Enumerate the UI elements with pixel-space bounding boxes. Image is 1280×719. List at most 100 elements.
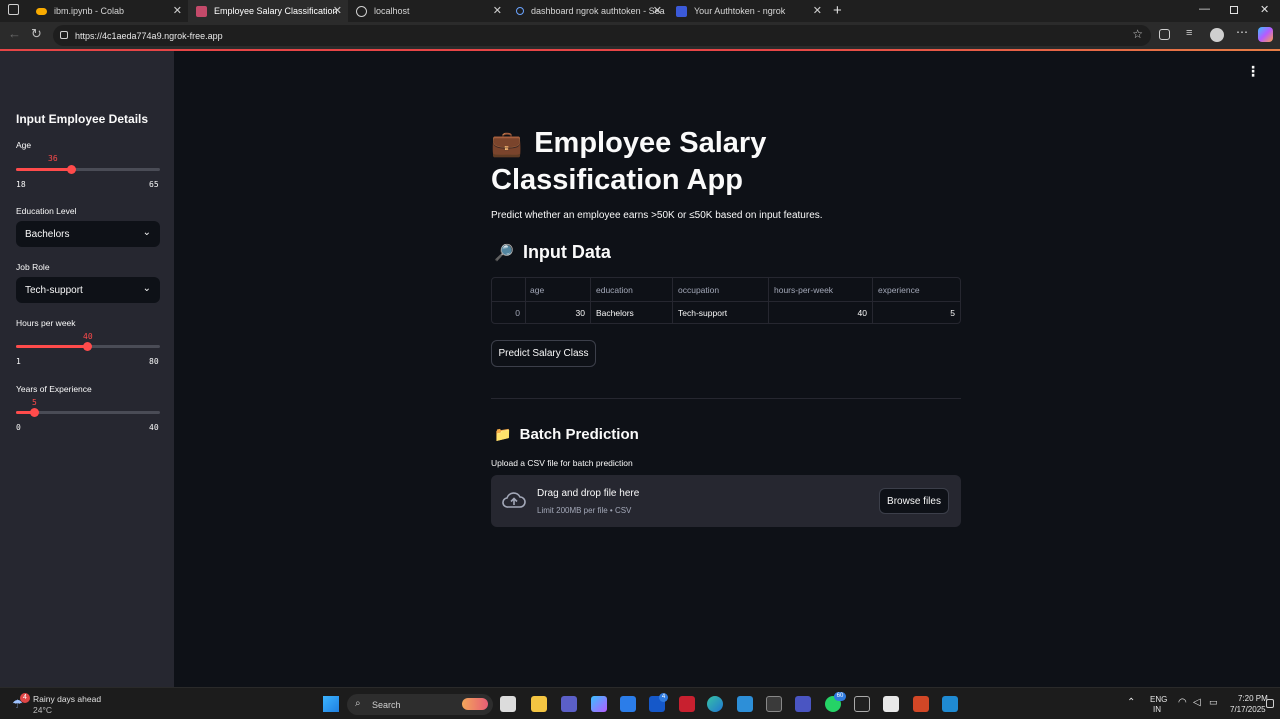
chevron-down-icon: ⌄	[142, 227, 151, 238]
minimize-icon[interactable]: —	[1199, 3, 1210, 15]
teams-icon[interactable]	[561, 696, 577, 712]
profile-avatar[interactable]	[1210, 28, 1224, 42]
tab-actions-icon[interactable]	[8, 4, 19, 15]
close-window-icon[interactable]: ✕	[1260, 3, 1269, 16]
job-role-select[interactable]: Tech-support ⌄	[16, 277, 160, 303]
age-slider-thumb[interactable]	[66, 165, 76, 174]
search-icon: ⌕	[355, 698, 361, 709]
main-menu-icon[interactable]: ⋮	[1246, 63, 1260, 80]
age-slider[interactable]	[16, 165, 160, 174]
page-title-text: Employee Salary Classification App	[491, 127, 767, 196]
vpn-icon[interactable]	[737, 696, 753, 712]
copilot-icon[interactable]	[1258, 27, 1273, 42]
windows-start-icon[interactable]	[323, 696, 339, 712]
url-text: https://4c1aeda774a9.ngrok-free.app	[75, 30, 223, 41]
volume-icon[interactable]: ◁	[1193, 697, 1201, 708]
powerpoint-icon[interactable]	[913, 696, 929, 712]
vscode-icon[interactable]	[942, 696, 958, 712]
tab-localhost[interactable]: localhost ✕	[348, 0, 508, 22]
app-area: Input Employee Details Age 36 18 65 Educ…	[0, 49, 1280, 687]
streamlit-app-icon[interactable]	[883, 696, 899, 712]
refresh-icon[interactable]: ↻	[31, 26, 42, 42]
close-icon[interactable]: ✕	[333, 4, 342, 17]
close-icon[interactable]: ✕	[653, 4, 662, 17]
mcafee-icon[interactable]	[679, 696, 695, 712]
page-description: Predict whether an employee earns >50K o…	[491, 210, 823, 221]
age-slider-value: 36	[48, 154, 58, 163]
age-label: Age	[16, 140, 32, 150]
cell-occupation[interactable]: Tech-support	[678, 301, 727, 324]
battery-icon[interactable]: ▭	[1209, 697, 1218, 708]
column-header-occupation[interactable]: occupation	[678, 278, 719, 301]
cell-education[interactable]: Bachelors	[596, 301, 634, 324]
education-label: Education Level	[16, 206, 77, 216]
hours-slider-fill	[16, 345, 88, 348]
experience-slider-max: 40	[149, 423, 159, 432]
store-icon[interactable]	[620, 696, 636, 712]
notification-icon[interactable]	[1266, 699, 1274, 708]
hours-slider-thumb[interactable]	[82, 342, 92, 351]
batch-prediction-heading: 📁 Batch Prediction	[494, 426, 639, 443]
column-divider	[590, 278, 591, 323]
experience-label: Years of Experience	[16, 384, 92, 394]
upload-label: Upload a CSV file for batch prediction	[491, 458, 633, 468]
browse-files-button[interactable]: Browse files	[879, 488, 949, 514]
maximize-icon[interactable]	[1230, 6, 1238, 14]
tab-search-ngrok[interactable]: dashboard ngrok authtoken - Sea ✕	[508, 0, 668, 22]
streamlit-icon	[196, 5, 207, 17]
lock-icon	[60, 31, 68, 39]
hours-slider[interactable]	[16, 342, 160, 351]
page-title: 💼 Employee Salary Classification App	[491, 125, 961, 198]
tray-chevron-up-icon[interactable]: ⌃	[1127, 697, 1135, 708]
back-icon[interactable]: ←	[8, 26, 21, 41]
tab-employee-salary[interactable]: Employee Salary Classification ✕	[188, 0, 348, 22]
file-dropzone[interactable]: Drag and drop file here Limit 200MB per …	[491, 475, 961, 527]
close-icon[interactable]: ✕	[813, 4, 822, 17]
weather-temp: 24°C	[33, 705, 52, 715]
cell-hours[interactable]: 40	[769, 301, 867, 324]
more-menu-icon[interactable]: ⋯	[1236, 25, 1248, 39]
app-icon[interactable]	[795, 696, 811, 712]
new-tab-icon[interactable]: +	[833, 2, 842, 19]
predict-button[interactable]: Predict Salary Class	[491, 340, 596, 367]
task-view-icon[interactable]	[500, 696, 516, 712]
sidebar: Input Employee Details Age 36 18 65 Educ…	[0, 51, 174, 687]
clock-time[interactable]: 7:20 PM	[1238, 694, 1268, 703]
clock-date: 7/17/2025	[1230, 705, 1266, 714]
camera-icon[interactable]	[766, 696, 782, 712]
close-icon[interactable]: ✕	[173, 4, 182, 17]
age-slider-max: 65	[149, 180, 159, 189]
tab-ngrok-authtoken[interactable]: Your Authtoken - ngrok ✕	[668, 0, 828, 22]
favorites-icon[interactable]: ≡	[1186, 27, 1192, 39]
experience-slider[interactable]	[16, 408, 160, 417]
taskbar-search[interactable]: ⌕ Search	[347, 694, 493, 715]
edge-icon[interactable]	[707, 696, 723, 712]
experience-slider-min: 0	[16, 423, 21, 432]
experience-slider-thumb[interactable]	[29, 408, 39, 417]
url-field[interactable]: https://4c1aeda774a9.ngrok-free.app ☆	[53, 25, 1151, 46]
extensions-icon[interactable]	[1159, 29, 1170, 40]
briefcase-icon: 💼	[491, 130, 523, 158]
sidebar-title: Input Employee Details	[16, 112, 149, 126]
favorite-star-icon[interactable]: ☆	[1132, 27, 1143, 41]
copilot-taskbar-icon[interactable]	[591, 696, 607, 712]
column-header-education[interactable]: education	[596, 278, 633, 301]
terminal-icon[interactable]	[854, 696, 870, 712]
column-header-hours[interactable]: hours-per-week	[774, 278, 833, 301]
weather-title[interactable]: Rainy days ahead	[33, 694, 101, 704]
tab-colab[interactable]: ibm.ipynb - Colab ✕	[28, 0, 188, 22]
cell-experience[interactable]: 5	[873, 301, 955, 324]
decoration-bar	[0, 49, 1280, 51]
column-header-experience[interactable]: experience	[878, 278, 920, 301]
cloud-upload-icon	[502, 492, 526, 508]
cell-age[interactable]: 30	[526, 301, 585, 324]
column-header-age[interactable]: age	[530, 278, 544, 301]
file-explorer-icon[interactable]	[531, 696, 547, 712]
wifi-icon[interactable]: ◠	[1178, 697, 1187, 708]
tab-label: localhost	[374, 6, 410, 16]
education-select[interactable]: Bachelors ⌄	[16, 221, 160, 247]
search-placeholder: Search	[372, 699, 401, 710]
language-top[interactable]: ENG	[1150, 695, 1167, 704]
input-data-table[interactable]: age education occupation hours-per-week …	[491, 277, 961, 324]
close-icon[interactable]: ✕	[493, 4, 502, 17]
